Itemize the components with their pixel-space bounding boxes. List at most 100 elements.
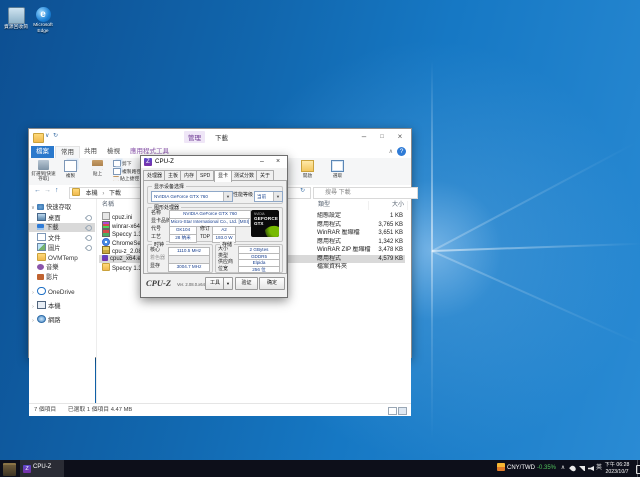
display-device-select[interactable]: NVIDIA GeForce GTX 760 ▼ [151, 191, 233, 202]
view-thumbnails-icon[interactable] [398, 407, 407, 415]
close-button[interactable]: × [270, 156, 286, 168]
nav-documents[interactable]: 文件 [29, 233, 95, 242]
music-icon [37, 264, 44, 270]
pictures-icon [37, 243, 46, 251]
nvidia-geforce-logo: NVIDIA GEFORCE GTX [251, 210, 279, 237]
selection-status: 已選取 1 個項目 4.47 MB [68, 407, 132, 413]
cpuz-app-icon: Z [144, 158, 152, 166]
chevron-down-icon[interactable]: ▼ [223, 192, 232, 201]
memory-clock-field: 3004.7 MHz [168, 263, 210, 272]
documents-icon [37, 233, 46, 241]
cut-button[interactable]: 剪下 [113, 160, 132, 167]
back-icon[interactable]: ← [34, 187, 41, 194]
qat-new-folder-icon[interactable]: ↻ [53, 132, 58, 139]
refresh-icon[interactable]: ↻ [300, 187, 305, 194]
tab-file[interactable]: 檔案 [31, 146, 54, 158]
breadcrumb-root[interactable]: 本機 [83, 191, 101, 197]
forward-icon[interactable]: → [44, 187, 51, 194]
screen: 資源回收筒 e Microsoft Edge ∨ ↻ 管理 下載 – □ × 檔… [0, 0, 640, 477]
copy-button[interactable]: 複製 [58, 159, 83, 183]
clock-date: 2023/10/7 [601, 469, 633, 476]
tools-dropdown-icon[interactable]: ▼ [223, 277, 233, 290]
tools-button[interactable]: 工具 [205, 277, 225, 290]
cpuz-version: Ver. 2.08.0.x64 [177, 282, 205, 287]
desktop-icon-label: 資源回收筒 [1, 25, 31, 31]
wallpaper-light-beam [432, 142, 636, 252]
paste-button[interactable]: 貼上 [85, 159, 110, 183]
quick-access-icon [37, 204, 44, 210]
volume-tray-icon[interactable] [588, 466, 594, 471]
minimize-button[interactable]: – [355, 130, 373, 144]
manage-contextual-badge: 管理 [184, 131, 205, 143]
explorer-titlebar[interactable]: ∨ ↻ 管理 下載 – □ × [29, 129, 411, 146]
maximize-button[interactable]: □ [373, 130, 391, 144]
column-header-type[interactable]: 類型 [315, 201, 369, 210]
paste-shortcut-button[interactable]: 貼上捷徑 [113, 176, 139, 183]
chevron-down-icon[interactable]: ▼ [273, 192, 282, 201]
nav-this-pc[interactable]: ›本機 [29, 301, 95, 310]
cpuz-window: Z CPU-Z – × 处理器 主板 内存 SPD 显卡 测试分数 关于 显示设… [140, 155, 288, 298]
up-icon[interactable]: ↑ [55, 187, 59, 194]
network-tray-icon[interactable] [579, 466, 585, 471]
pin-icon [38, 160, 49, 170]
column-header-size[interactable]: 大小 [367, 201, 408, 210]
desktop-icon-edge[interactable]: e Microsoft Edge [28, 7, 58, 34]
location-tray-icon[interactable] [569, 465, 577, 473]
navigation-pane: ∨快速存取 桌面 下載 文件 圖片 OVMTemp 音樂 影片 ›OneDriv… [29, 199, 95, 403]
minimize-button[interactable]: – [254, 156, 270, 168]
zip-file-icon [102, 246, 110, 254]
news-interests-widget[interactable]: CNY/TWD-0.35% [497, 460, 556, 477]
pin-to-quick-access-button[interactable]: 釘選到[快速存取] [31, 159, 56, 183]
nav-videos[interactable]: 影片 [29, 273, 95, 282]
pin-icon [85, 244, 93, 252]
cpuz-tab-strip: 处理器 主板 内存 SPD 显卡 测试分数 关于 [143, 170, 285, 180]
cpuz-footer: CPU-Z Ver. 2.08.0.x64 工具 ▼ 验证 确定 [141, 274, 287, 294]
search-input[interactable]: 搜尋 下載 [313, 187, 418, 199]
qat-customize-icon[interactable]: ∨ [45, 132, 49, 139]
copy-icon [64, 160, 77, 172]
item-count: 7 個項目 [34, 407, 56, 413]
nav-music[interactable]: 音樂 [29, 263, 95, 272]
validate-button[interactable]: 验证 [235, 277, 258, 290]
rar-file-icon [102, 229, 110, 237]
location-folder-icon [72, 188, 80, 196]
wallpaper-light-beam [431, 250, 640, 345]
gpu-technology-field: 28 纳米 [169, 234, 197, 243]
cpuz-taskbar-button[interactable]: ZCPU-Z [20, 460, 64, 477]
perf-level-select[interactable]: 当前 ▼ [254, 191, 283, 202]
tab-share[interactable]: 共用 [79, 146, 102, 158]
nav-onedrive[interactable]: ›OneDrive [29, 287, 95, 296]
desktop-icon-recycle-bin[interactable]: 資源回收筒 [1, 7, 31, 31]
paste-shortcut-icon [113, 176, 119, 181]
nav-quick-access[interactable]: ∨快速存取 [29, 203, 95, 212]
copy-path-icon [113, 168, 121, 175]
nav-pictures[interactable]: 圖片 [29, 243, 95, 252]
open-button[interactable]: 開啟 [295, 159, 320, 183]
winrar-installer-icon [102, 221, 110, 229]
chrome-installer-icon [102, 238, 110, 246]
copy-path-button[interactable]: 複製路徑 [113, 168, 141, 175]
ini-file-icon [102, 212, 110, 220]
ribbon-collapse-icon[interactable]: ∧ [389, 148, 393, 155]
cpuz-window-title: CPU-Z [155, 158, 174, 165]
display-device-group: 显示设备选择 NVIDIA GeForce GTX 760 ▼ 性能等级 当前 … [147, 186, 283, 204]
taskbar: ZCPU-Z CNY/TWD-0.35% ∧ 英 下午 06:28 2023/1… [0, 460, 640, 477]
file-explorer-taskbar-button[interactable] [3, 463, 16, 476]
folder-icon [102, 263, 110, 271]
taskbar-clock[interactable]: 下午 06:28 2023/10/7 [601, 462, 633, 475]
cpuz-titlebar[interactable]: Z CPU-Z – × [141, 156, 287, 168]
select-button[interactable]: 選取 [325, 159, 350, 183]
view-details-icon[interactable] [388, 407, 397, 415]
tab-graphics[interactable]: 显卡 [214, 170, 232, 182]
tab-view[interactable]: 檢視 [102, 146, 125, 158]
breadcrumb-current[interactable]: 下載 [106, 191, 124, 197]
nav-ovmtemp[interactable]: OVMTemp [29, 253, 95, 262]
nav-downloads[interactable]: 下載 [29, 223, 95, 232]
help-icon[interactable]: ? [397, 147, 406, 156]
nav-desktop[interactable]: 桌面 [29, 213, 95, 222]
ok-button[interactable]: 确定 [259, 277, 285, 290]
pin-icon [85, 234, 93, 242]
close-button[interactable]: × [391, 130, 409, 144]
hidden-icons-chevron[interactable]: ∧ [559, 460, 567, 477]
nav-network[interactable]: ›網路 [29, 315, 95, 324]
